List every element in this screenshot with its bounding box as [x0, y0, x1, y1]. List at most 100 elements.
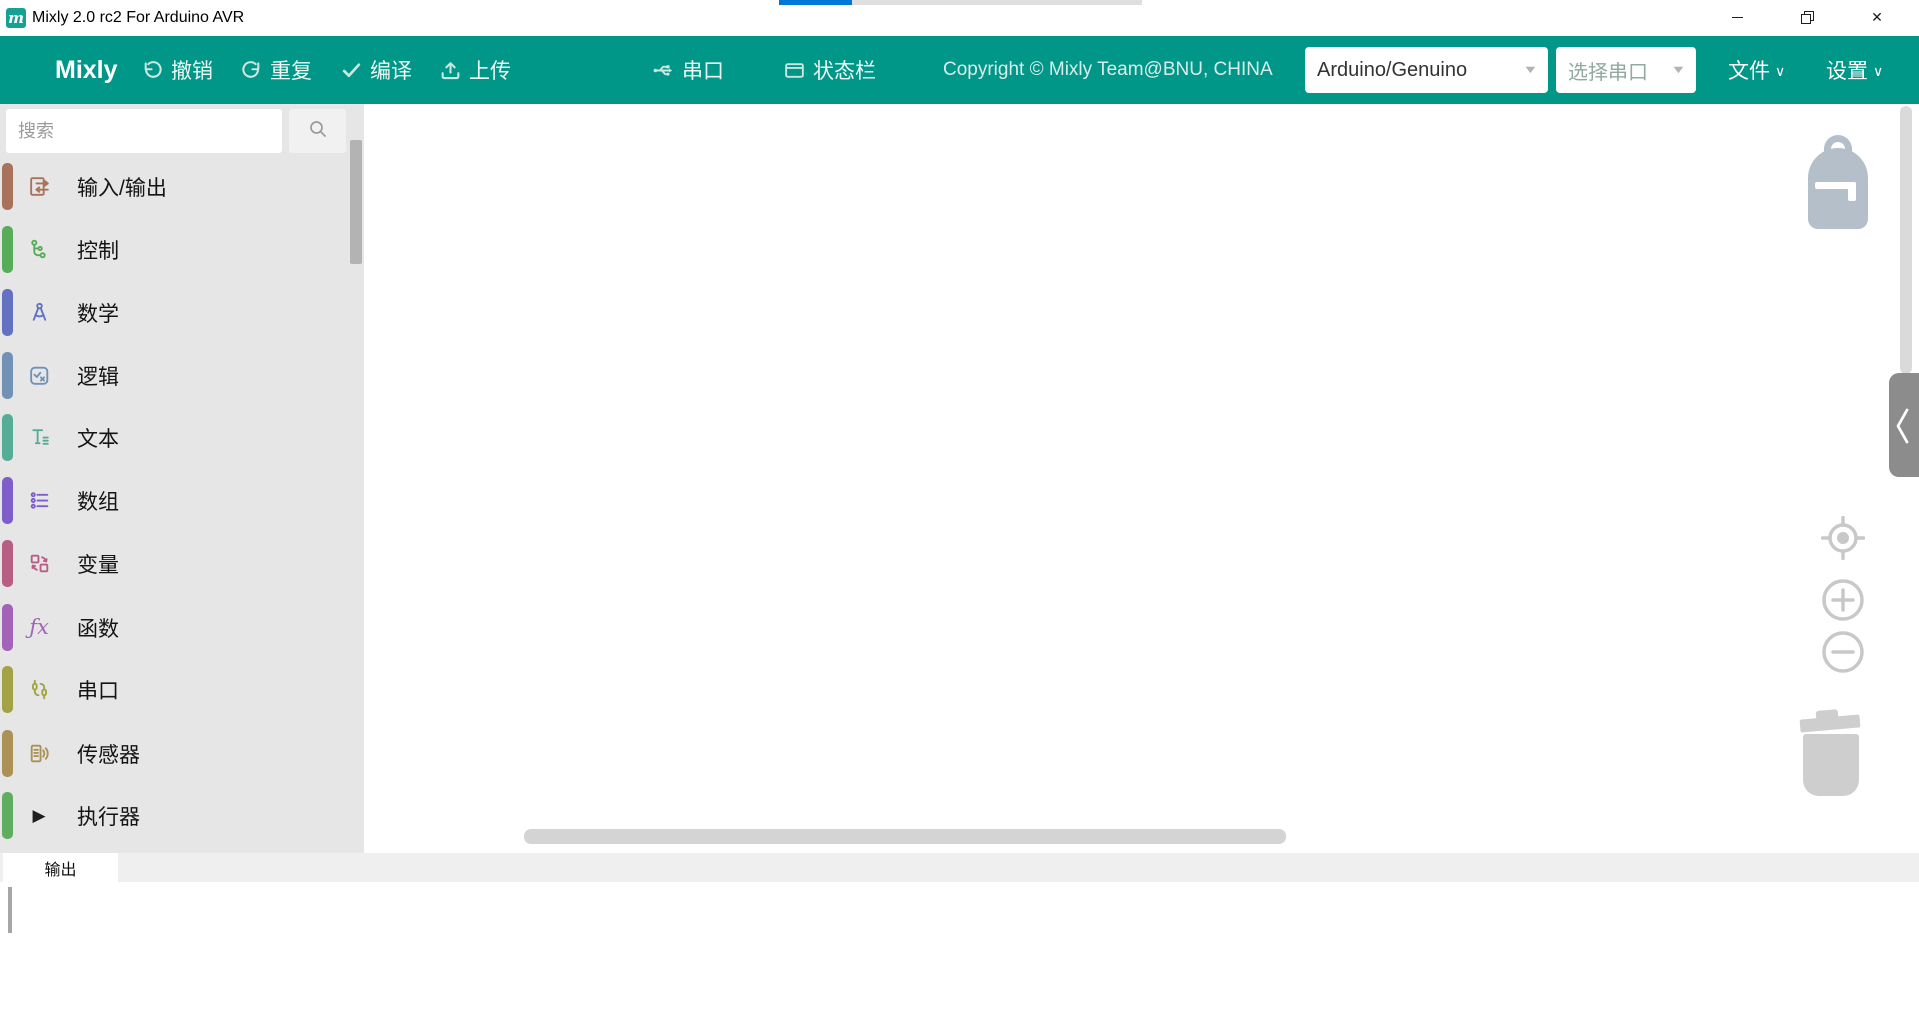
minimize-icon	[1732, 17, 1743, 18]
redo-button[interactable]: 重复	[240, 36, 312, 104]
category-color-bar	[2, 226, 13, 273]
category-color-bar	[2, 604, 13, 651]
sidebar-item-function[interactable]: ƒx 函数	[0, 596, 348, 659]
tab-output[interactable]: 输出	[3, 853, 118, 882]
button-label: 编译	[370, 55, 412, 85]
category-label: 串口	[77, 675, 119, 705]
backpack-zipper-notch	[1848, 182, 1856, 201]
workspace-canvas[interactable]	[364, 104, 1919, 853]
chevron-down-icon: ∨	[1775, 63, 1785, 80]
text-icon	[26, 425, 52, 451]
sidebar-item-logic[interactable]: 逻辑	[0, 344, 348, 407]
variable-swap-icon	[26, 551, 52, 577]
category-color-bar	[2, 289, 13, 336]
category-color-bar	[2, 792, 13, 839]
statusbar-icon	[783, 59, 806, 82]
progress-bar	[779, 0, 1142, 5]
settings-menu[interactable]: 设置 ∨	[1826, 36, 1883, 104]
array-list-icon	[26, 488, 52, 514]
copyright-text: Copyright © Mixly Team@BNU, CHINA	[943, 36, 1273, 104]
main-toolbar: Mixly 撤销 重复 编译	[0, 36, 1919, 104]
trash-lid	[1800, 714, 1861, 732]
category-color-bar	[2, 540, 13, 587]
search-button[interactable]	[289, 109, 346, 153]
sidebar-item-serial[interactable]: 串口	[0, 658, 348, 721]
chevron-left-icon	[1892, 405, 1914, 447]
sidebar-scrollbar[interactable]	[350, 140, 362, 264]
panel-collapse-handle[interactable]	[1889, 373, 1919, 477]
sidebar-item-text[interactable]: 文本	[0, 406, 348, 469]
category-label: 数组	[77, 486, 119, 516]
undo-icon	[141, 59, 164, 82]
button-label: 重复	[270, 55, 312, 85]
expand-triangle-icon: ▶	[26, 803, 52, 829]
file-menu[interactable]: 文件 ∨	[1728, 36, 1785, 104]
vertical-scrollbar[interactable]	[1900, 106, 1912, 374]
output-tabbar: 输出	[0, 853, 1919, 882]
logo-glyph: m	[8, 9, 24, 27]
center-view-button[interactable]	[1821, 516, 1865, 565]
category-color-bar	[2, 666, 13, 713]
control-branch-icon	[26, 237, 52, 263]
compile-button[interactable]: 编译	[340, 36, 412, 104]
upload-button[interactable]: 上传	[439, 36, 511, 104]
horizontal-scrollbar[interactable]	[524, 829, 1286, 844]
board-selector-value: Arduino/Genuino	[1317, 59, 1467, 82]
sidebar-item-io[interactable]: 输入/输出	[0, 155, 348, 218]
sidebar-item-actuator[interactable]: ▶ 执行器	[0, 784, 348, 847]
logic-check-x-icon	[26, 363, 52, 389]
sidebar-item-variable[interactable]: 变量	[0, 532, 348, 595]
restore-icon	[1801, 11, 1813, 23]
sidebar-item-math[interactable]: 数学	[0, 281, 348, 344]
compile-check-icon	[340, 59, 363, 82]
category-label: 输入/输出	[77, 172, 167, 202]
button-label: 撤销	[171, 55, 213, 85]
redo-icon	[240, 59, 263, 82]
serial-usb-icon	[652, 59, 675, 82]
mixly-logo-icon: m	[6, 8, 26, 28]
sidebar-item-control[interactable]: 控制	[0, 218, 348, 281]
search-input[interactable]	[6, 109, 282, 153]
category-color-bar	[2, 352, 13, 399]
zoom-out-button[interactable]	[1821, 630, 1865, 679]
category-label: 逻辑	[77, 361, 119, 391]
category-color-bar	[2, 414, 13, 461]
board-selector[interactable]: Arduino/Genuino ▼	[1305, 47, 1548, 93]
menu-label: 文件	[1728, 55, 1770, 85]
category-color-bar	[2, 730, 13, 777]
titlebar: m Mixly 2.0 rc2 For Arduino AVR ✕	[0, 0, 1919, 36]
search-icon	[308, 119, 328, 144]
category-label: 传感器	[77, 739, 140, 769]
port-selector[interactable]: 选择串口 ▼	[1556, 47, 1696, 93]
close-button[interactable]: ✕	[1854, 0, 1900, 34]
serial-button[interactable]: 串口	[652, 36, 724, 104]
brand-label: Mixly	[55, 36, 118, 104]
mixly-app-window: m Mixly 2.0 rc2 For Arduino AVR ✕ Mixly …	[0, 0, 1919, 1032]
category-color-bar	[2, 163, 13, 210]
sidebar-item-array[interactable]: 数组	[0, 469, 348, 532]
window-title: Mixly 2.0 rc2 For Arduino AVR	[32, 0, 244, 36]
blocks-sidebar: 输入/输出 控制 数学	[0, 104, 364, 853]
category-color-bar	[2, 477, 13, 524]
chevron-down-icon: ▼	[1522, 64, 1538, 76]
sidebar-item-sensor[interactable]: 传感器	[0, 722, 348, 785]
category-label: 执行器	[77, 801, 140, 831]
undo-button[interactable]: 撤销	[141, 36, 213, 104]
category-label: 文本	[77, 423, 119, 453]
output-panel	[0, 882, 1919, 1032]
io-icon	[26, 174, 52, 200]
minimize-button[interactable]	[1714, 0, 1760, 34]
trash-button[interactable]	[1803, 734, 1859, 796]
output-scrollbar	[8, 887, 12, 933]
crosshair-icon	[1821, 516, 1865, 560]
close-icon: ✕	[1871, 10, 1883, 24]
sensor-wave-icon	[26, 741, 52, 767]
menu-label: 设置	[1826, 55, 1868, 85]
restore-button[interactable]	[1784, 0, 1830, 34]
category-label: 控制	[77, 235, 119, 265]
button-label: 状态栏	[813, 55, 876, 85]
serial-plug-icon	[26, 677, 52, 703]
zoom-in-button[interactable]	[1821, 578, 1865, 627]
statusbar-button[interactable]: 状态栏	[783, 36, 876, 104]
function-fx-icon: ƒx	[26, 615, 52, 641]
